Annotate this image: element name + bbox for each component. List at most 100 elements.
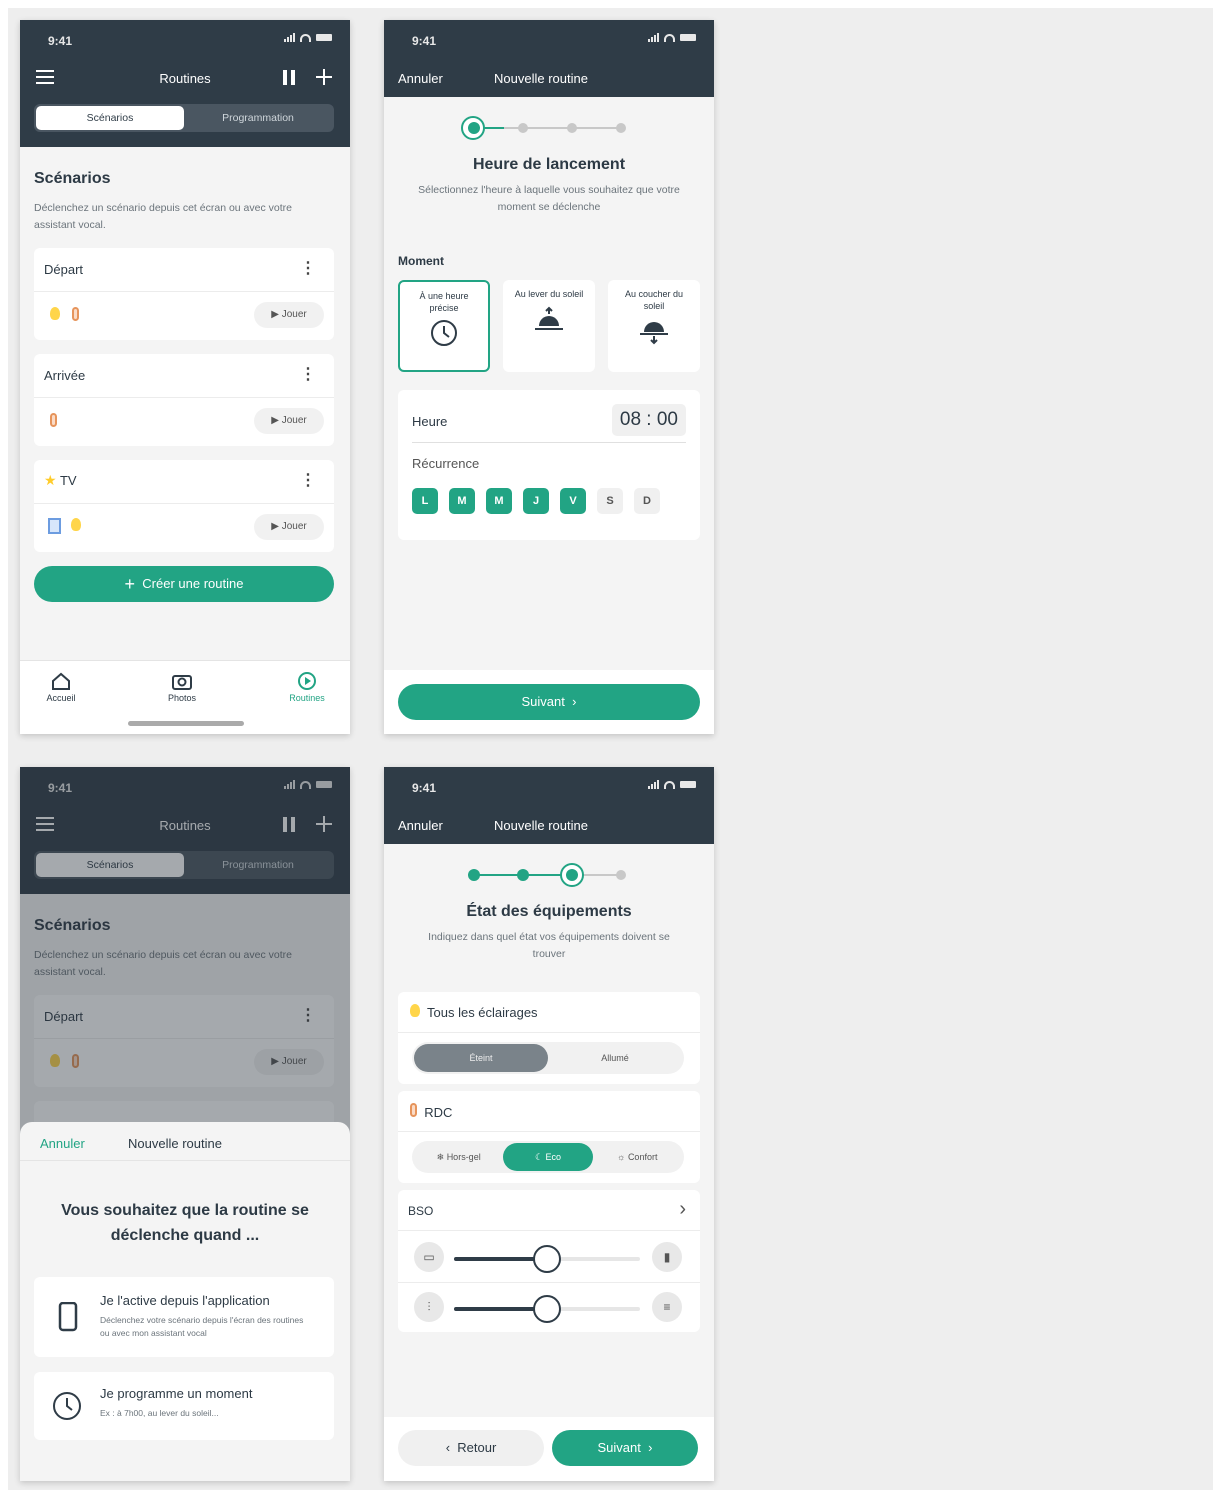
option-description: Déclenchez votre scénario depuis l'écran… bbox=[100, 1315, 304, 1338]
option-schedule[interactable]: Je programme un moment Ex : à 7h00, au l… bbox=[34, 1372, 334, 1440]
add-icon[interactable] bbox=[316, 69, 332, 88]
day-toggle[interactable]: J bbox=[523, 488, 549, 514]
day-toggle[interactable]: V bbox=[560, 488, 586, 514]
day-toggle[interactable]: M bbox=[449, 488, 475, 514]
cancel-button[interactable]: Annuler bbox=[398, 818, 443, 833]
option-label: Au coucher du soleil bbox=[624, 289, 684, 311]
option-precise-time[interactable]: À une heure précise bbox=[398, 280, 490, 372]
day-toggle[interactable]: S bbox=[597, 488, 623, 514]
recurrence-label: Récurrence bbox=[412, 456, 480, 471]
stepper bbox=[461, 116, 634, 140]
play-button[interactable]: ▶ Jouer bbox=[254, 408, 324, 434]
home-indicator bbox=[128, 721, 244, 726]
sun-icon: ☼ bbox=[617, 1152, 626, 1162]
option-manual-trigger[interactable]: Je l'active depuis l'application Déclenc… bbox=[34, 1277, 334, 1357]
status-icons bbox=[648, 33, 696, 42]
more-icon[interactable]: ⋮ bbox=[300, 258, 316, 278]
more-icon[interactable]: ⋮ bbox=[300, 364, 316, 384]
time-card: Heure 08 : 00 Récurrence LMMJVSD bbox=[398, 390, 700, 540]
nav-routines[interactable]: Routines bbox=[282, 671, 332, 703]
header: 9:41 Annuler Nouvelle routine bbox=[384, 767, 714, 844]
screen-equipment-state: 9:41 Annuler Nouvelle routine État des é… bbox=[384, 767, 714, 1481]
nav-photos[interactable]: Photos bbox=[157, 671, 207, 703]
bso-card: BSO › ▭ ▮ ⫶ ≡ bbox=[398, 1190, 700, 1332]
option-label: À une heure précise bbox=[419, 291, 469, 313]
sunrise-icon bbox=[535, 306, 563, 330]
mode-comfort[interactable]: ☼ Confort bbox=[593, 1143, 682, 1171]
blind-closed-icon[interactable]: ▮ bbox=[652, 1242, 682, 1272]
stepper bbox=[464, 863, 634, 887]
sunset-icon bbox=[640, 322, 668, 345]
play-label: Jouer bbox=[281, 309, 307, 320]
cancel-button[interactable]: Annuler bbox=[398, 71, 443, 86]
day-toggle[interactable]: D bbox=[634, 488, 660, 514]
option-description: Ex : à 7h00, au lever du soleil... bbox=[100, 1408, 219, 1418]
screen-routines: 9:41 Routines Scénarios Programmation Sc… bbox=[20, 20, 350, 734]
slider-knob[interactable] bbox=[533, 1295, 561, 1323]
clock-icon bbox=[431, 320, 457, 346]
thermometer-icon bbox=[410, 1103, 417, 1117]
sheet-cancel-button[interactable]: Annuler bbox=[40, 1136, 85, 1151]
play-button[interactable]: ▶ Jouer bbox=[254, 302, 324, 328]
bulb-icon bbox=[410, 1004, 420, 1017]
rdc-card: RDC ❄ Hors-gel ☾ Eco ☼ Confort bbox=[398, 1091, 700, 1183]
scenario-card[interactable]: Départ ⋮ ▶ Jouer bbox=[34, 248, 334, 340]
star-icon: ★ bbox=[44, 472, 57, 488]
thermometer-icon bbox=[50, 413, 57, 427]
back-button[interactable]: ‹ Retour bbox=[398, 1430, 544, 1466]
option-sunset[interactable]: Au coucher du soleil bbox=[608, 280, 700, 372]
day-toggle[interactable]: M bbox=[486, 488, 512, 514]
lights-label: Tous les éclairages bbox=[427, 1005, 538, 1020]
option-sunrise[interactable]: Au lever du soleil bbox=[503, 280, 595, 372]
bulb-icon bbox=[50, 307, 60, 320]
create-routine-button[interactable]: + Créer une routine bbox=[34, 566, 334, 602]
blind-position-slider[interactable] bbox=[454, 1245, 640, 1273]
option-label: Au lever du soleil bbox=[514, 289, 584, 299]
scenario-card[interactable]: Arrivée ⋮ ▶ Jouer bbox=[34, 354, 334, 446]
device-icons bbox=[50, 307, 79, 321]
play-label: Jouer bbox=[281, 415, 307, 426]
nav-accueil[interactable]: Accueil bbox=[36, 671, 86, 703]
slat-open-icon[interactable]: ⫶ bbox=[414, 1292, 444, 1322]
day-toggle[interactable]: L bbox=[412, 488, 438, 514]
step-heading: État des équipements bbox=[466, 903, 632, 920]
play-label: Jouer bbox=[281, 521, 307, 532]
slider-knob[interactable] bbox=[533, 1245, 561, 1273]
camera-icon bbox=[172, 675, 192, 690]
tab-programmation[interactable]: Programmation bbox=[184, 106, 332, 130]
sheet-question: Vous souhaitez que la routine se déclenc… bbox=[61, 1202, 309, 1244]
phone-icon bbox=[58, 1302, 78, 1332]
blind-open-icon[interactable]: ▭ bbox=[414, 1242, 444, 1272]
mode-frost[interactable]: ❄ Hors-gel bbox=[414, 1143, 503, 1171]
tab-scenarios[interactable]: Scénarios bbox=[36, 106, 184, 130]
next-button[interactable]: Suivant › bbox=[552, 1430, 698, 1466]
bottom-nav: Accueil Photos Routines bbox=[20, 660, 350, 734]
status-icons bbox=[284, 33, 332, 42]
bso-label: BSO bbox=[408, 1204, 434, 1218]
recurrence-days: LMMJVSD bbox=[412, 488, 660, 514]
more-icon[interactable]: ⋮ bbox=[300, 470, 316, 490]
routines-icon bbox=[298, 672, 316, 690]
step-description: Sélectionnez l'heure à laquelle vous sou… bbox=[418, 184, 680, 213]
window-icon bbox=[48, 518, 61, 534]
pause-icon[interactable] bbox=[282, 70, 296, 88]
toggle-on[interactable]: Allumé bbox=[548, 1044, 682, 1072]
hour-label: Heure bbox=[412, 414, 448, 429]
nav-routines-label: Routines bbox=[289, 693, 325, 703]
play-button[interactable]: ▶ Jouer bbox=[254, 514, 324, 540]
hour-input[interactable]: 08 : 00 bbox=[611, 404, 686, 436]
header: 9:41 Routines Scénarios Programmation bbox=[20, 20, 350, 147]
mode-label: Eco bbox=[545, 1152, 562, 1162]
plus-icon: + bbox=[124, 574, 136, 594]
slat-closed-icon[interactable]: ≡ bbox=[652, 1292, 682, 1322]
scenario-name: TV bbox=[59, 473, 77, 488]
chevron-right-icon[interactable]: › bbox=[679, 1198, 686, 1221]
mode-eco[interactable]: ☾ Eco bbox=[503, 1143, 593, 1171]
toggle-off[interactable]: Éteint bbox=[414, 1044, 548, 1072]
slat-angle-slider[interactable] bbox=[454, 1295, 640, 1323]
scenario-card[interactable]: ★ TV ⋮ ▶ Jouer bbox=[34, 460, 334, 552]
snowflake-icon: ❄ bbox=[436, 1152, 445, 1162]
next-button[interactable]: Suivant › bbox=[398, 684, 700, 720]
nav-photos-label: Photos bbox=[167, 693, 197, 703]
thermometer-icon bbox=[72, 307, 79, 321]
